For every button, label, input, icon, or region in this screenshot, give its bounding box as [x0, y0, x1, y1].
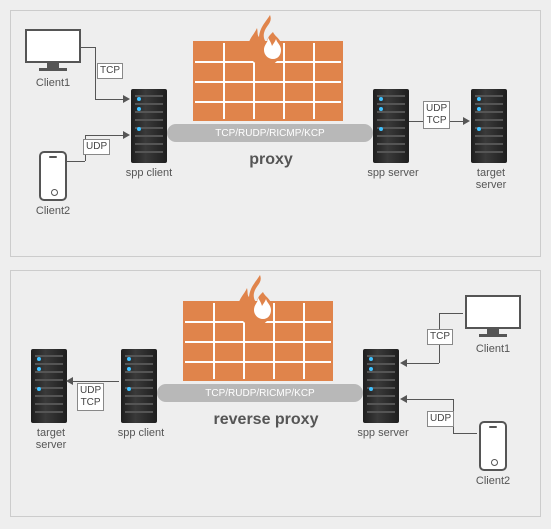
server-icon [31, 349, 67, 423]
client2-label: Client2 [457, 475, 529, 487]
spp-client-label: spp client [111, 167, 187, 179]
phone-icon [39, 151, 67, 201]
udp-tcp-label: UDP TCP [423, 101, 450, 129]
firewall-icon [183, 281, 333, 381]
monitor-icon [25, 29, 81, 73]
server-icon [131, 89, 167, 163]
reverse-proxy-diagram: target server spp client TCP/RUDP/RICMP/… [10, 270, 541, 517]
udp-label: UDP [427, 411, 454, 427]
target-server-label: target server [17, 427, 85, 451]
client1-label: Client1 [457, 343, 529, 355]
proxy-title: proxy [211, 151, 331, 169]
server-icon [471, 89, 507, 163]
tunnel-protocol-bar: TCP/RUDP/RICMP/KCP [167, 124, 373, 142]
server-icon [363, 349, 399, 423]
server-icon [121, 349, 157, 423]
target-server-label: target server [455, 167, 527, 191]
server-icon [373, 89, 409, 163]
tunnel-protocol-bar: TCP/RUDP/RICMP/KCP [157, 384, 363, 402]
client1-label: Client1 [17, 77, 89, 89]
udp-tcp-label: UDP TCP [77, 383, 104, 411]
firewall-icon [193, 21, 343, 121]
reverse-proxy-title: reverse proxy [191, 411, 341, 429]
monitor-icon [465, 295, 521, 339]
tcp-label: TCP [97, 63, 123, 79]
phone-icon [479, 421, 507, 471]
udp-label: UDP [83, 139, 110, 155]
tcp-label: TCP [427, 329, 453, 345]
spp-server-label: spp server [345, 427, 421, 439]
client2-label: Client2 [17, 205, 89, 217]
tunnel-protocol-text: TCP/RUDP/RICMP/KCP [215, 128, 324, 139]
diagram-page: Client1 Client2 spp client TCP/RUDP/RICM… [0, 0, 551, 529]
tunnel-protocol-text: TCP/RUDP/RICMP/KCP [205, 388, 314, 399]
spp-server-label: spp server [355, 167, 431, 179]
spp-client-label: spp client [103, 427, 179, 439]
proxy-diagram: Client1 Client2 spp client TCP/RUDP/RICM… [10, 10, 541, 257]
